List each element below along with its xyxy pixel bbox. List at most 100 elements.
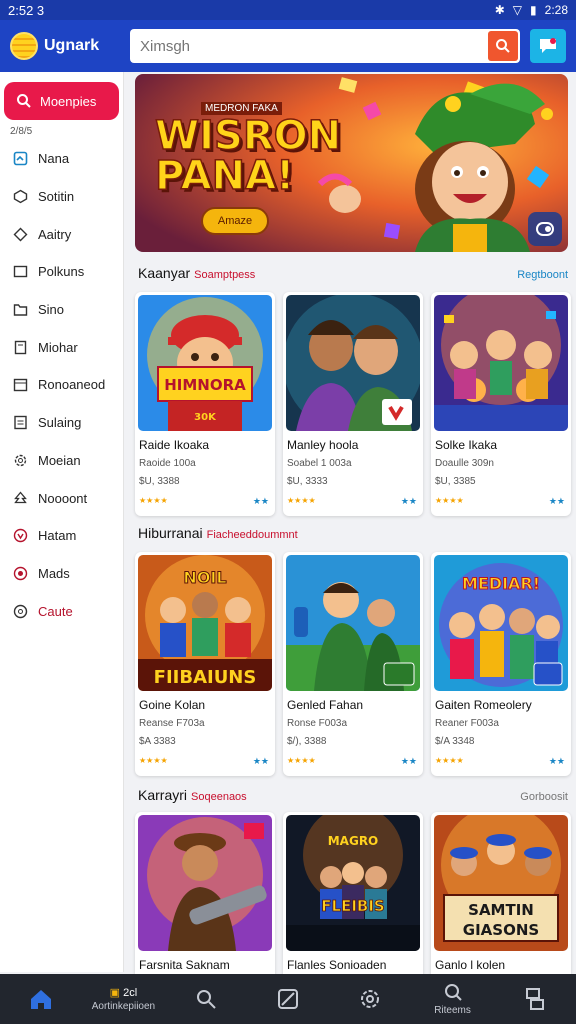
sidebar-item-moeian[interactable]: Moeian <box>0 442 123 480</box>
sidebar-small-label: 2/8/5 <box>10 126 33 137</box>
chat-icon <box>540 38 556 53</box>
banner-button[interactable]: Amaze <box>201 207 269 235</box>
sidebar-item-noooont[interactable]: Noooont <box>0 479 123 517</box>
sidebar-item-mads[interactable]: Mads <box>0 555 123 593</box>
game-title: Flanles Sonioaden <box>287 958 387 972</box>
nav-games-label: Aortinkepiioen <box>91 1001 156 1012</box>
svg-text:FIIBAIUNS: FIIBAIUNS <box>154 667 257 688</box>
nav-home[interactable] <box>0 974 82 1024</box>
section-title: Kaanyar <box>138 265 191 281</box>
nav-layout[interactable] <box>494 974 576 1024</box>
sidebar-item-sino[interactable]: Sino <box>0 291 123 329</box>
game-card[interactable]: Solke Ikaka Doaulle 309n $U, 3385 ★★★★ ★… <box>431 292 571 516</box>
home-icon <box>31 990 52 1009</box>
status-right-time: 2:28 <box>544 3 568 17</box>
nav-settings[interactable] <box>329 974 411 1024</box>
search-input[interactable] <box>130 29 488 63</box>
game-badge: ★★ <box>400 756 417 766</box>
status-time: 2:52 3 <box>8 2 45 18</box>
sidebar-item-caute[interactable]: Caute <box>0 592 123 630</box>
hero-banner[interactable]: MEDRON FAKA WISRON PANA! Amaze <box>135 74 568 252</box>
game-card[interactable]: MEDIAR! Gaiten Romeolery Reaner F003a $/… <box>431 552 571 776</box>
game-badge: ★★ <box>548 756 565 766</box>
nav-explore[interactable] <box>247 974 329 1024</box>
sidebar-item-hatam[interactable]: Hatam <box>0 517 123 555</box>
sidebar-item-nana[interactable]: Nana <box>0 140 123 178</box>
app-name: Ugnark <box>44 37 100 54</box>
game-subtitle: Ronse F003a <box>287 718 348 729</box>
sidebar-item-polkuns[interactable]: Polkuns <box>0 253 123 291</box>
sidebar-item-miohar[interactable]: Miohar <box>0 328 123 366</box>
game-thumbnail <box>286 555 420 691</box>
games-icon: ▣ <box>109 987 121 999</box>
rating-stars-icon: ★★★★ <box>287 496 316 505</box>
game-card[interactable]: HIMNORA 30K Raide Ikoaka Raoide 100a $U,… <box>135 292 275 516</box>
game-thumbnail <box>138 815 272 951</box>
sidebar-item-ronoaneod[interactable]: Ronoaneod <box>0 366 123 404</box>
game-title: Raide Ikoaka <box>139 438 210 452</box>
rating-stars-icon: ★★★★ <box>139 756 168 765</box>
circle-icon <box>12 603 28 619</box>
section-more-link[interactable]: Regtboont <box>517 269 568 281</box>
compass-icon <box>277 989 298 1009</box>
game-title: Gaiten Romeolery <box>435 698 532 712</box>
game-card[interactable]: Genled Fahan Ronse F003a $/), 3388 ★★★★ … <box>283 552 423 776</box>
game-subtitle: Raoide 100a <box>139 458 196 469</box>
section-subtitle: Soqeenaos <box>191 791 247 803</box>
svg-text:30K: 30K <box>194 412 217 423</box>
nav-items[interactable]: Riteems <box>411 974 493 1024</box>
tree-icon <box>12 490 28 506</box>
nav-games[interactable]: ▣ 2cl Aortinkepiioen <box>82 974 164 1024</box>
search-button[interactable] <box>488 31 518 61</box>
game-thumbnail: NOIL FIIBAIUNS <box>138 555 272 691</box>
nav-search[interactable] <box>165 974 247 1024</box>
game-card[interactable]: SAMTIN GIASONS Ganlo l kolen <box>431 812 571 974</box>
sidebar-item-sulaing[interactable]: Sulaing <box>0 404 123 442</box>
game-badge: ★★ <box>400 496 417 506</box>
section-header: Kaanyar Soamptpess Regtboont <box>138 265 568 283</box>
game-thumbnail <box>434 295 568 431</box>
section-more-link[interactable]: Gorboosit <box>520 791 568 803</box>
book-icon <box>12 339 28 355</box>
status-bar: 2:52 3 ✱ ▽ ▮ 2:28 <box>0 0 576 20</box>
game-badge: ★★ <box>252 496 269 506</box>
game-title: Solke Ikaka <box>435 438 498 452</box>
app-logo[interactable]: Ugnark <box>10 32 130 60</box>
top-bar: Ugnark <box>0 20 576 72</box>
nav-items-label: Riteems <box>434 1004 471 1016</box>
section-subtitle: Fiacheeddoummnt <box>206 529 298 541</box>
sidebar-item-aaitry[interactable]: Aaitry <box>0 215 123 253</box>
sidebar-item-sotitin[interactable]: Sotitin <box>0 178 123 216</box>
game-subtitle: Soabel 1 003a <box>287 458 352 469</box>
game-card[interactable]: Farsnita Saknam <box>135 812 275 974</box>
chat-button[interactable] <box>530 29 566 63</box>
game-price: $/A 3348 <box>435 736 475 747</box>
game-thumbnail: MEDIAR! <box>434 555 568 691</box>
chat-search-icon <box>444 983 462 1001</box>
status-icons: ✱ ▽ ▮ 2:28 <box>495 3 568 17</box>
main-content: MEDRON FAKA WISRON PANA! Amaze Kaanyar S… <box>124 72 576 974</box>
game-card[interactable]: Manley hoola Soabel 1 003a $U, 3333 ★★★★… <box>283 292 423 516</box>
game-badge: ★★ <box>548 496 565 506</box>
section-title: Karrayri <box>138 787 188 803</box>
banner-action-button[interactable] <box>528 212 562 246</box>
game-price: $/), 3388 <box>287 736 327 747</box>
game-card[interactable]: MAGRO FLEIBIS Flanles Sonioaden <box>283 812 423 974</box>
rating-stars-icon: ★★★★ <box>139 496 168 505</box>
game-subtitle: Reanse F703a <box>139 718 205 729</box>
gear-icon <box>12 452 28 468</box>
logo-mark-icon <box>10 32 38 60</box>
svg-text:GIASONS: GIASONS <box>463 921 539 939</box>
game-card[interactable]: NOIL FIIBAIUNS Goine Kolan Reanse F703a … <box>135 552 275 776</box>
game-thumbnail: HIMNORA 30K <box>138 295 272 431</box>
rating-stars-icon: ★★★★ <box>287 756 316 765</box>
game-price: $A 3383 <box>139 736 176 747</box>
section-subtitle: Soamptpess <box>194 269 256 281</box>
sidebar-item-active[interactable]: Moenpies <box>4 82 119 120</box>
game-title: Goine Kolan <box>139 698 206 712</box>
heart-circle-icon <box>12 528 28 544</box>
rating-stars-icon: ★★★★ <box>435 496 464 505</box>
diamond-icon <box>12 226 28 242</box>
game-subtitle: Doaulle 309n <box>435 458 494 469</box>
game-title: Farsnita Saknam <box>139 958 230 972</box>
